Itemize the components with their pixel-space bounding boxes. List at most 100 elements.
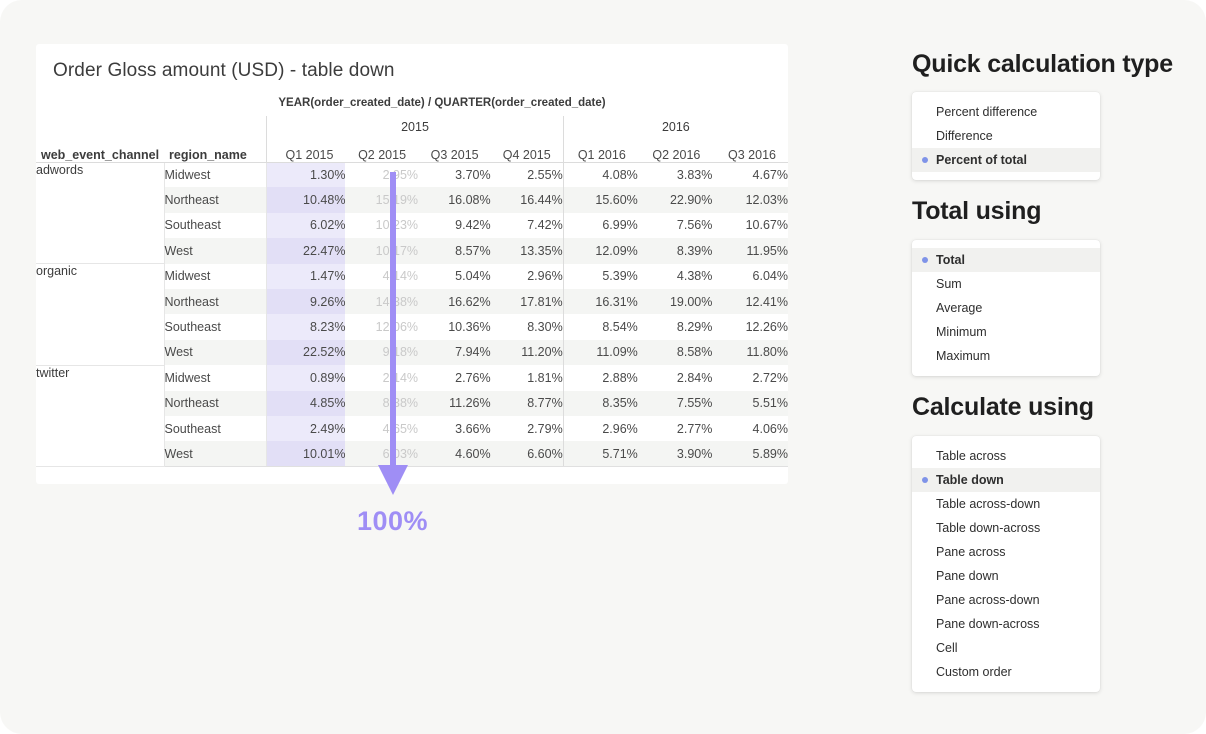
menu-item-calculate-using-table-across[interactable]: Table across xyxy=(912,444,1100,468)
menu-calculate-using[interactable]: Table acrossTable downTable across-downT… xyxy=(912,436,1100,692)
cell-value-q1-2015[interactable]: 1.47% xyxy=(267,264,346,289)
cell-value-q1-2016[interactable]: 8.35% xyxy=(563,391,638,416)
cell-value-q1-2016[interactable]: 2.88% xyxy=(563,365,638,390)
cell-value-q2-2015[interactable]: 10.23% xyxy=(345,213,418,238)
menu-total-using[interactable]: TotalSumAverageMinimumMaximum xyxy=(912,240,1100,376)
cell-value-q3-2016[interactable]: 5.51% xyxy=(712,391,788,416)
cell-value-q1-2015[interactable]: 9.26% xyxy=(267,289,346,314)
cell-value-q3-2016[interactable]: 5.89% xyxy=(712,441,788,466)
cell-region-name[interactable]: Northeast xyxy=(164,289,267,314)
menu-item-total-using-minimum[interactable]: Minimum xyxy=(912,320,1100,344)
cell-value-q2-2016[interactable]: 8.58% xyxy=(638,340,713,365)
col-header-region-name[interactable]: region_name xyxy=(164,138,267,162)
cell-value-q1-2015[interactable]: 22.52% xyxy=(267,340,346,365)
cell-value-q4-2015[interactable]: 2.96% xyxy=(491,264,564,289)
cell-value-q1-2016[interactable]: 12.09% xyxy=(563,238,638,263)
col-header-q4-2015[interactable]: Q4 2015 xyxy=(491,138,564,162)
cell-region-name[interactable]: Southeast xyxy=(164,314,267,339)
col-header-q2-2016[interactable]: Q2 2016 xyxy=(638,138,713,162)
cell-value-q3-2015[interactable]: 16.08% xyxy=(418,187,491,212)
col-header-q3-2016[interactable]: Q3 2016 xyxy=(712,138,788,162)
cell-value-q2-2016[interactable]: 8.39% xyxy=(638,238,713,263)
menu-item-calculate-using-pane-across-down[interactable]: Pane across-down xyxy=(912,588,1100,612)
menu-item-calculate-using-table-down-across[interactable]: Table down-across xyxy=(912,516,1100,540)
cell-value-q2-2016[interactable]: 7.56% xyxy=(638,213,713,238)
col-header-q1-2016[interactable]: Q1 2016 xyxy=(563,138,638,162)
cell-value-q1-2015[interactable]: 10.48% xyxy=(267,187,346,212)
col-header-q1-2015[interactable]: Q1 2015 xyxy=(267,138,346,162)
cell-value-q4-2015[interactable]: 2.79% xyxy=(491,416,564,441)
cell-value-q2-2015[interactable]: 2.95% xyxy=(345,162,418,187)
cell-region-name[interactable]: Midwest xyxy=(164,365,267,390)
cell-value-q1-2016[interactable]: 2.96% xyxy=(563,416,638,441)
cell-value-q2-2016[interactable]: 2.77% xyxy=(638,416,713,441)
cell-value-q1-2016[interactable]: 5.71% xyxy=(563,441,638,466)
cell-region-name[interactable]: Southeast xyxy=(164,213,267,238)
cell-value-q3-2015[interactable]: 2.76% xyxy=(418,365,491,390)
cell-value-q2-2015[interactable]: 8.38% xyxy=(345,391,418,416)
cell-value-q2-2015[interactable]: 9.18% xyxy=(345,340,418,365)
cell-value-q3-2015[interactable]: 10.36% xyxy=(418,314,491,339)
cell-value-q4-2015[interactable]: 6.60% xyxy=(491,441,564,466)
cell-value-q1-2016[interactable]: 4.08% xyxy=(563,162,638,187)
cell-value-q4-2015[interactable]: 8.30% xyxy=(491,314,564,339)
table-row[interactable]: twitterMidwest0.89%2.14%2.76%1.81%2.88%2… xyxy=(36,365,788,390)
cell-value-q3-2015[interactable]: 16.62% xyxy=(418,289,491,314)
cell-value-q2-2016[interactable]: 19.00% xyxy=(638,289,713,314)
menu-item-quick-calculation-type-percent-of-total[interactable]: Percent of total xyxy=(912,148,1100,172)
cell-region-name[interactable]: Southeast xyxy=(164,416,267,441)
cell-value-q4-2015[interactable]: 2.55% xyxy=(491,162,564,187)
cell-value-q3-2016[interactable]: 6.04% xyxy=(712,264,788,289)
cell-value-q4-2015[interactable]: 17.81% xyxy=(491,289,564,314)
cell-value-q1-2015[interactable]: 1.30% xyxy=(267,162,346,187)
cell-web-event-channel[interactable]: twitter xyxy=(36,365,164,467)
cell-value-q1-2015[interactable]: 22.47% xyxy=(267,238,346,263)
menu-item-quick-calculation-type-difference[interactable]: Difference xyxy=(912,124,1100,148)
menu-item-calculate-using-table-down[interactable]: Table down xyxy=(912,468,1100,492)
menu-item-total-using-maximum[interactable]: Maximum xyxy=(912,344,1100,368)
col-header-q3-2015[interactable]: Q3 2015 xyxy=(418,138,491,162)
cell-value-q1-2015[interactable]: 10.01% xyxy=(267,441,346,466)
cell-value-q1-2016[interactable]: 16.31% xyxy=(563,289,638,314)
cell-value-q4-2015[interactable]: 1.81% xyxy=(491,365,564,390)
cell-value-q3-2016[interactable]: 12.03% xyxy=(712,187,788,212)
cell-value-q4-2015[interactable]: 13.35% xyxy=(491,238,564,263)
cell-value-q1-2015[interactable]: 2.49% xyxy=(267,416,346,441)
cell-region-name[interactable]: Midwest xyxy=(164,264,267,289)
cell-region-name[interactable]: West xyxy=(164,441,267,466)
table-row[interactable]: adwordsMidwest1.30%2.95%3.70%2.55%4.08%3… xyxy=(36,162,788,187)
cell-value-q3-2016[interactable]: 12.41% xyxy=(712,289,788,314)
cell-value-q3-2016[interactable]: 11.95% xyxy=(712,238,788,263)
table-row[interactable]: organicMidwest1.47%4.14%5.04%2.96%5.39%4… xyxy=(36,264,788,289)
cell-value-q2-2016[interactable]: 3.90% xyxy=(638,441,713,466)
cell-value-q3-2016[interactable]: 12.26% xyxy=(712,314,788,339)
cell-value-q2-2016[interactable]: 8.29% xyxy=(638,314,713,339)
col-header-q2-2015[interactable]: Q2 2015 xyxy=(345,138,418,162)
cell-value-q1-2015[interactable]: 6.02% xyxy=(267,213,346,238)
cell-value-q2-2015[interactable]: 6.03% xyxy=(345,441,418,466)
cell-value-q2-2015[interactable]: 4.14% xyxy=(345,264,418,289)
cell-value-q1-2015[interactable]: 4.85% xyxy=(267,391,346,416)
cell-value-q2-2016[interactable]: 22.90% xyxy=(638,187,713,212)
menu-item-calculate-using-cell[interactable]: Cell xyxy=(912,636,1100,660)
menu-item-total-using-average[interactable]: Average xyxy=(912,296,1100,320)
cell-region-name[interactable]: West xyxy=(164,238,267,263)
col-header-web-event-channel[interactable]: web_event_channel xyxy=(36,138,164,162)
cell-value-q1-2016[interactable]: 11.09% xyxy=(563,340,638,365)
menu-item-calculate-using-custom-order[interactable]: Custom order xyxy=(912,660,1100,684)
cell-value-q4-2015[interactable]: 11.20% xyxy=(491,340,564,365)
cell-value-q4-2015[interactable]: 16.44% xyxy=(491,187,564,212)
cell-value-q3-2015[interactable]: 8.57% xyxy=(418,238,491,263)
cell-value-q2-2016[interactable]: 3.83% xyxy=(638,162,713,187)
cell-value-q3-2016[interactable]: 10.67% xyxy=(712,213,788,238)
cell-value-q2-2015[interactable]: 10.17% xyxy=(345,238,418,263)
cell-value-q3-2015[interactable]: 7.94% xyxy=(418,340,491,365)
cell-value-q3-2015[interactable]: 5.04% xyxy=(418,264,491,289)
cell-value-q1-2016[interactable]: 8.54% xyxy=(563,314,638,339)
cell-value-q1-2016[interactable]: 5.39% xyxy=(563,264,638,289)
cell-value-q4-2015[interactable]: 8.77% xyxy=(491,391,564,416)
menu-item-calculate-using-table-across-down[interactable]: Table across-down xyxy=(912,492,1100,516)
cell-region-name[interactable]: Midwest xyxy=(164,162,267,187)
cell-value-q4-2015[interactable]: 7.42% xyxy=(491,213,564,238)
cell-value-q3-2015[interactable]: 9.42% xyxy=(418,213,491,238)
